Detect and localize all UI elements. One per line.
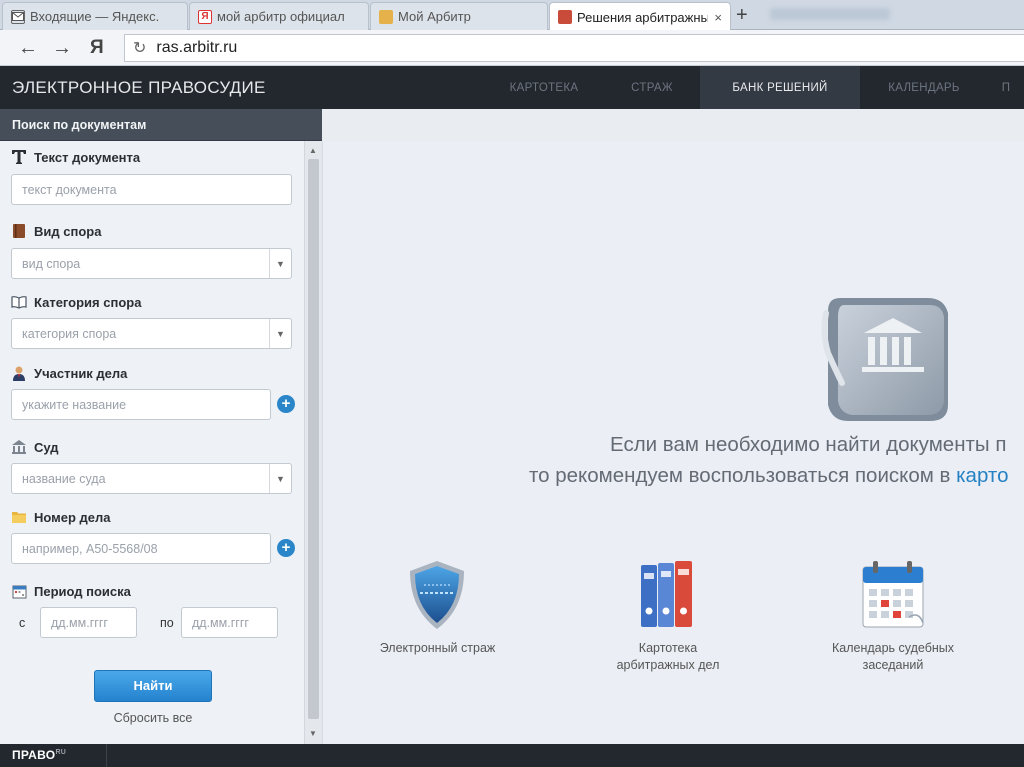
blurred-area bbox=[770, 8, 890, 20]
person-icon bbox=[11, 365, 27, 381]
site-footer: ПРАВОRU bbox=[0, 744, 1024, 767]
new-tab-button[interactable]: + bbox=[736, 5, 748, 25]
main-content: Если вам необходимо найти документы п то… bbox=[322, 141, 1024, 744]
sidebar-scrollbar[interactable]: ▲ ▼ bbox=[304, 141, 322, 744]
add-case-number-button[interactable]: + bbox=[277, 539, 295, 557]
tab-label: мой арбитр официал bbox=[217, 9, 345, 24]
help-message-line2: то рекомендуем воспользоваться поиском в… bbox=[529, 464, 1009, 487]
emblem-icon bbox=[558, 10, 572, 24]
url-text: ras.arbitr.ru bbox=[156, 39, 238, 56]
period-from-label: с bbox=[19, 616, 26, 630]
chevron-down-icon[interactable]: ▼ bbox=[269, 464, 291, 493]
open-book-icon bbox=[11, 294, 27, 310]
court-label: Суд bbox=[11, 439, 59, 455]
calendar-icon bbox=[11, 583, 27, 599]
sidebar-title: Поиск по документам bbox=[0, 109, 322, 141]
tab-label: Решения арбитражны bbox=[577, 9, 709, 25]
document-folder-icon bbox=[821, 298, 948, 421]
browser-tab-decisions[interactable]: Решения арбитражны × bbox=[549, 2, 731, 31]
period-label: Период поиска bbox=[11, 583, 131, 599]
scrollbar-thumb[interactable] bbox=[308, 159, 319, 719]
chevron-down-icon[interactable]: ▼ bbox=[269, 249, 291, 278]
nav-bank-resheniy[interactable]: БАНК РЕШЕНИЙ bbox=[700, 66, 860, 109]
browser-tab-moy-arbitr[interactable]: Мой Арбитр bbox=[370, 2, 548, 30]
nav-more[interactable]: П bbox=[988, 66, 1024, 109]
book-icon bbox=[11, 223, 27, 239]
reset-all-link[interactable]: Сбросить все bbox=[94, 711, 212, 725]
emblem-icon bbox=[379, 9, 393, 24]
binders-icon bbox=[641, 561, 692, 627]
address-bar[interactable]: ↻ ras.arbitr.ru bbox=[124, 34, 1024, 62]
document-text-input[interactable] bbox=[11, 174, 292, 205]
reload-icon[interactable]: ↻ bbox=[133, 38, 146, 58]
dispute-category-select[interactable]: категория спора ▼ bbox=[11, 318, 292, 349]
calendar-icon bbox=[862, 561, 924, 628]
scroll-down-icon[interactable]: ▼ bbox=[309, 729, 317, 738]
top-navigation: КАРТОТЕКА СТРАЖ БАНК РЕШЕНИЙ КАЛЕНДАРЬ П bbox=[484, 66, 1024, 109]
service-label: Картотека арбитражных дел bbox=[616, 641, 720, 672]
service-label: Календарь судебных заседаний bbox=[831, 641, 955, 672]
participant-input[interactable] bbox=[11, 389, 271, 420]
browser-nav-bar: ← → Я ↻ ras.arbitr.ru bbox=[0, 30, 1024, 66]
tab-label: Входящие — Яндекс. bbox=[30, 9, 160, 24]
text-field-label: Текст документа bbox=[11, 149, 140, 165]
dispute-type-select[interactable]: вид спора ▼ bbox=[11, 248, 292, 279]
participant-label: Участник дела bbox=[11, 365, 127, 381]
site-title[interactable]: ЭЛЕКТРОННОЕ ПРАВОСУДИЕ bbox=[12, 78, 266, 98]
shield-icon bbox=[410, 561, 464, 629]
add-participant-button[interactable]: + bbox=[277, 395, 295, 413]
search-button[interactable]: Найти bbox=[94, 670, 212, 702]
footer-divider bbox=[106, 744, 107, 767]
forward-button[interactable]: → bbox=[50, 36, 74, 60]
browser-tab-mail[interactable]: Входящие — Яндекс. bbox=[2, 2, 188, 30]
tab-label: Мой Арбитр bbox=[398, 9, 471, 24]
site-header: ЭЛЕКТРОННОЕ ПРАВОСУДИЕ КАРТОТЕКА СТРАЖ Б… bbox=[0, 66, 1024, 109]
case-number-label: Номер дела bbox=[11, 509, 111, 525]
court-building-icon bbox=[11, 439, 27, 455]
mail-icon bbox=[11, 9, 25, 24]
folder-icon bbox=[11, 509, 27, 525]
close-icon[interactable]: × bbox=[714, 10, 722, 25]
back-button[interactable]: ← bbox=[16, 36, 40, 60]
period-from-input[interactable] bbox=[40, 607, 137, 638]
period-to-label: по bbox=[160, 616, 174, 630]
search-sidebar: Текст документа Вид спора вид спора ▼ Ка… bbox=[0, 141, 304, 744]
case-number-input[interactable] bbox=[11, 533, 271, 564]
help-message-line1: Если вам необходимо найти документы п bbox=[610, 433, 1007, 456]
period-to-input[interactable] bbox=[181, 607, 278, 638]
pravo-logo[interactable]: ПРАВОRU bbox=[12, 748, 66, 762]
scroll-up-icon[interactable]: ▲ bbox=[309, 146, 317, 155]
yandex-icon: Я bbox=[198, 9, 212, 24]
text-icon bbox=[11, 149, 27, 165]
nav-strazh[interactable]: СТРАЖ bbox=[604, 66, 700, 109]
chevron-down-icon[interactable]: ▼ bbox=[269, 319, 291, 348]
dispute-category-label: Категория спора bbox=[11, 294, 141, 310]
service-label: Электронный страж bbox=[379, 641, 496, 655]
yandex-logo-button[interactable]: Я bbox=[90, 37, 104, 59]
browser-tab-strip: Входящие — Яндекс. Я мой арбитр официал … bbox=[0, 0, 1024, 31]
browser-tab-search[interactable]: Я мой арбитр официал bbox=[189, 2, 369, 30]
kartoteka-link[interactable]: карто bbox=[956, 464, 1008, 487]
nav-kartoteka[interactable]: КАРТОТЕКА bbox=[484, 66, 604, 109]
nav-calendar[interactable]: КАЛЕНДАРЬ bbox=[860, 66, 988, 109]
court-select[interactable]: название суда ▼ bbox=[11, 463, 292, 494]
dispute-type-label: Вид спора bbox=[11, 223, 101, 239]
